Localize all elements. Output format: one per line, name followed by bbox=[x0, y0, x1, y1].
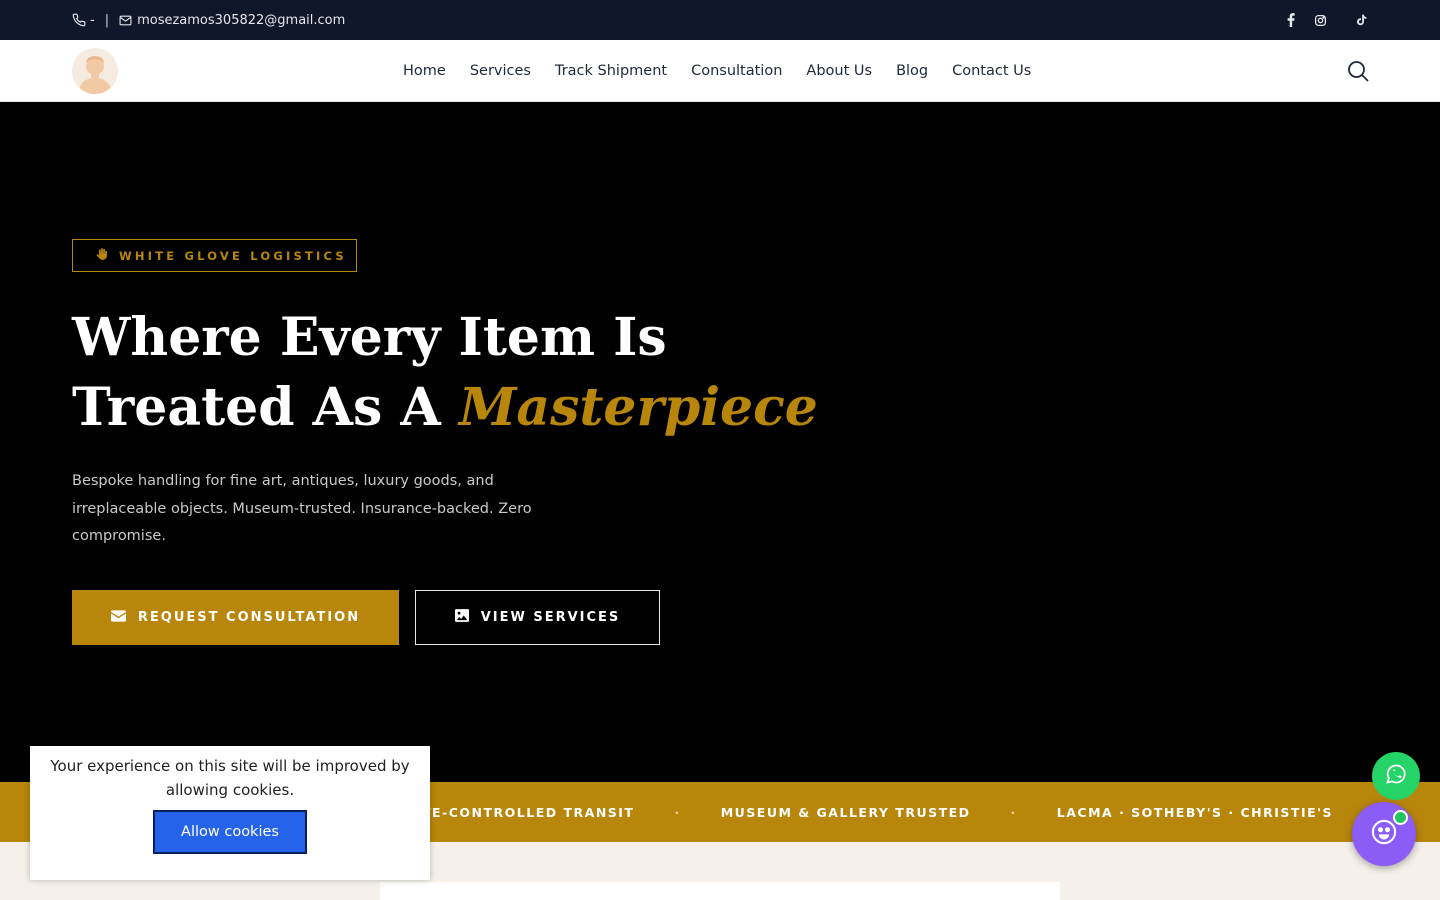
chatbot-face-icon bbox=[1370, 818, 1398, 850]
ticker-track: TE-CONTROLLED TRANSIT · MUSEUM & GALLERY… bbox=[422, 782, 1333, 842]
contact-separator: | bbox=[104, 12, 110, 28]
hero-section: WHITE GLOVE LOGISTICS Where Every Item I… bbox=[0, 102, 1440, 782]
hero-headline: Where Every Item Is Treated As A Masterp… bbox=[72, 303, 818, 443]
search-icon[interactable] bbox=[1346, 59, 1370, 83]
nav-item-consultation[interactable]: Consultation bbox=[691, 63, 782, 79]
site-header: Home Services Track Shipment Consultatio… bbox=[0, 40, 1440, 102]
ticker-dot: · bbox=[674, 804, 681, 820]
envelope-icon bbox=[110, 609, 126, 626]
request-consultation-button[interactable]: REQUEST CONSULTATION bbox=[72, 590, 399, 645]
email-icon bbox=[119, 14, 132, 27]
phone-icon bbox=[72, 13, 86, 27]
nav-item-home[interactable]: Home bbox=[403, 63, 446, 79]
facebook-icon[interactable] bbox=[1286, 13, 1296, 27]
chatbot-button[interactable] bbox=[1352, 802, 1416, 866]
whatsapp-button[interactable] bbox=[1372, 752, 1420, 800]
cookie-message: Your experience on this site will be imp… bbox=[50, 757, 410, 799]
ticker-item: MUSEUM & GALLERY TRUSTED bbox=[720, 804, 971, 820]
whatsapp-icon bbox=[1384, 762, 1408, 790]
main-navigation: Home Services Track Shipment Consultatio… bbox=[403, 40, 1031, 102]
instagram-icon[interactable] bbox=[1314, 14, 1327, 27]
ticker-dot: · bbox=[1010, 804, 1017, 820]
headline-accent: Masterpiece bbox=[458, 377, 818, 438]
nav-item-about-us[interactable]: About Us bbox=[806, 63, 872, 79]
online-status-indicator bbox=[1393, 810, 1408, 825]
nav-item-blog[interactable]: Blog bbox=[896, 63, 928, 79]
hero-subtext: Bespoke handling for fine art, antiques,… bbox=[72, 473, 532, 544]
view-services-label: VIEW SERVICES bbox=[480, 610, 621, 625]
hero-tag-label: WHITE GLOVE LOGISTICS bbox=[119, 248, 347, 263]
email-address[interactable]: mosezamos305822@gmail.com bbox=[137, 13, 345, 28]
allow-cookies-button[interactable]: Allow cookies bbox=[153, 810, 307, 854]
tiktok-icon[interactable] bbox=[1355, 13, 1368, 27]
hero-tag: WHITE GLOVE LOGISTICS bbox=[72, 239, 357, 272]
view-services-button[interactable]: VIEW SERVICES bbox=[415, 590, 660, 645]
headline-line-1: Where Every Item Is bbox=[72, 307, 667, 368]
phone-number[interactable]: - bbox=[90, 13, 95, 28]
nav-item-track-shipment[interactable]: Track Shipment bbox=[555, 63, 667, 79]
content-card bbox=[380, 882, 1060, 900]
site-logo[interactable] bbox=[72, 48, 118, 94]
contact-info: - | mosezamos305822@gmail.com bbox=[72, 0, 345, 40]
social-links bbox=[1286, 0, 1368, 40]
ticker-item: LACMA · SOTHEBY'S · CHRISTIE'S bbox=[1056, 804, 1333, 820]
nav-item-services[interactable]: Services bbox=[470, 63, 531, 79]
cookie-banner: Your experience on this site will be imp… bbox=[30, 746, 430, 880]
headline-line-2: Treated As A bbox=[72, 377, 441, 438]
request-consultation-label: REQUEST CONSULTATION bbox=[137, 610, 361, 625]
image-icon bbox=[454, 609, 469, 626]
hand-icon bbox=[95, 246, 109, 265]
top-contact-bar: - | mosezamos305822@gmail.com bbox=[0, 0, 1440, 40]
nav-item-contact-us[interactable]: Contact Us bbox=[952, 63, 1031, 79]
ticker-item: TE-CONTROLLED TRANSIT bbox=[422, 804, 635, 820]
